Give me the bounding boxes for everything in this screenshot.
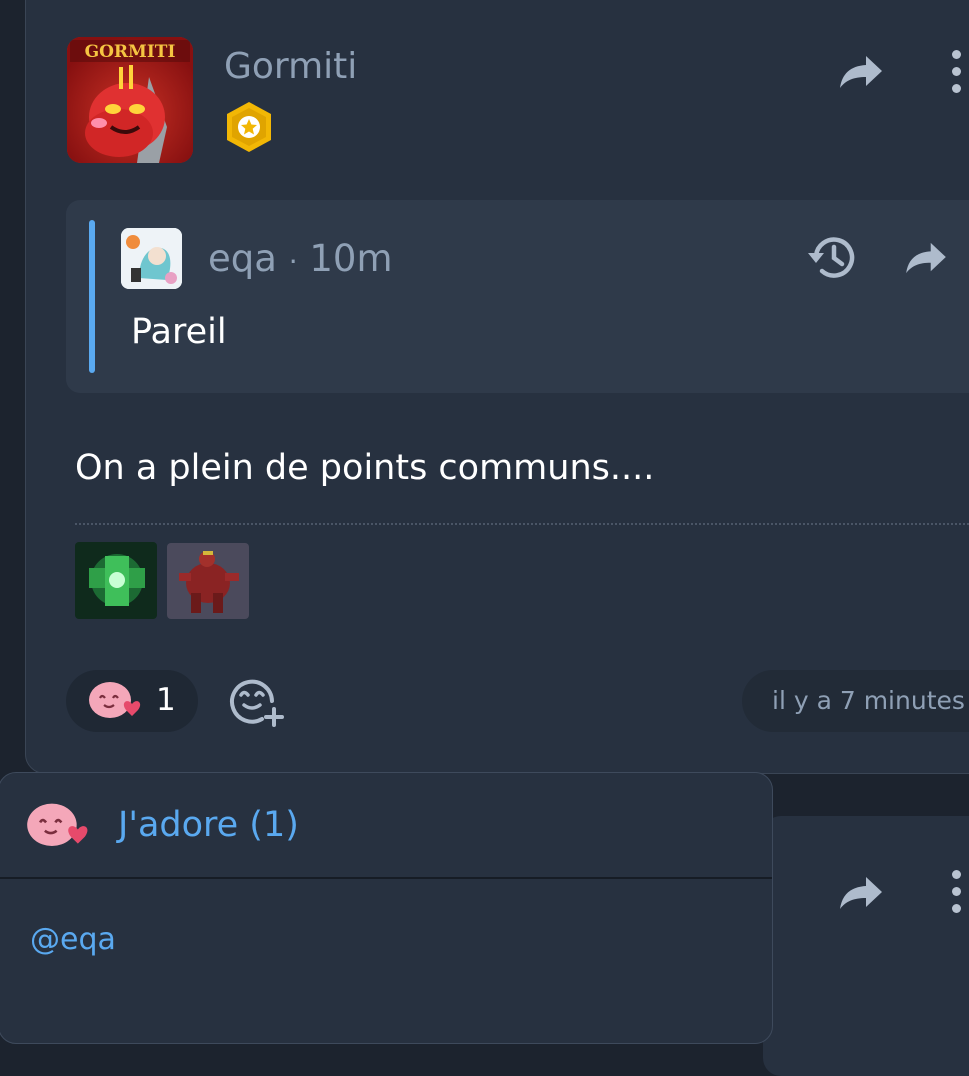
add-reaction-icon[interactable] [228,675,286,729]
quote-text: Pareil [131,312,227,352]
timestamp: il y a 7 minutes [772,686,965,715]
more-options-icon[interactable] [950,50,961,94]
popup-title: J'adore (1) [118,805,299,845]
popup-user-link[interactable]: @eqa [30,920,116,960]
popup-divider [0,877,772,879]
note-text: On a plein de points communs.... [75,448,655,488]
history-icon[interactable] [806,233,858,281]
reaction-count: 1 [156,682,176,718]
heart-blob-icon [89,682,141,718]
quoted-note[interactable] [66,200,969,393]
quote-avatar-image [121,228,182,289]
author-avatar[interactable]: GORMITI [67,37,193,163]
share-icon[interactable] [838,54,884,90]
svg-text:GORMITI: GORMITI [85,42,176,62]
green-figure-image [75,542,157,619]
quote-separator: · [288,245,298,278]
next-more-options-icon[interactable] [950,870,961,914]
quote-bar [89,220,95,373]
attachment-image[interactable] [75,542,157,619]
star-badge-icon [227,102,271,152]
next-share-icon[interactable] [838,875,884,911]
divider [75,523,969,525]
reaction-popup [0,772,773,1044]
quote-time: 10m [309,237,393,280]
red-figure-image [167,543,249,619]
quote-meta: eqa · 10m [208,236,393,285]
gormiti-avatar-image: GORMITI [67,37,193,163]
quote-author-avatar[interactable] [121,228,182,289]
author-name[interactable]: Gormiti [224,45,357,89]
next-note-card [763,816,969,1076]
popup-heart-blob-icon [27,803,88,847]
quote-author[interactable]: eqa [208,237,277,280]
attachment-image[interactable] [167,543,249,619]
quote-share-icon[interactable] [904,241,948,275]
